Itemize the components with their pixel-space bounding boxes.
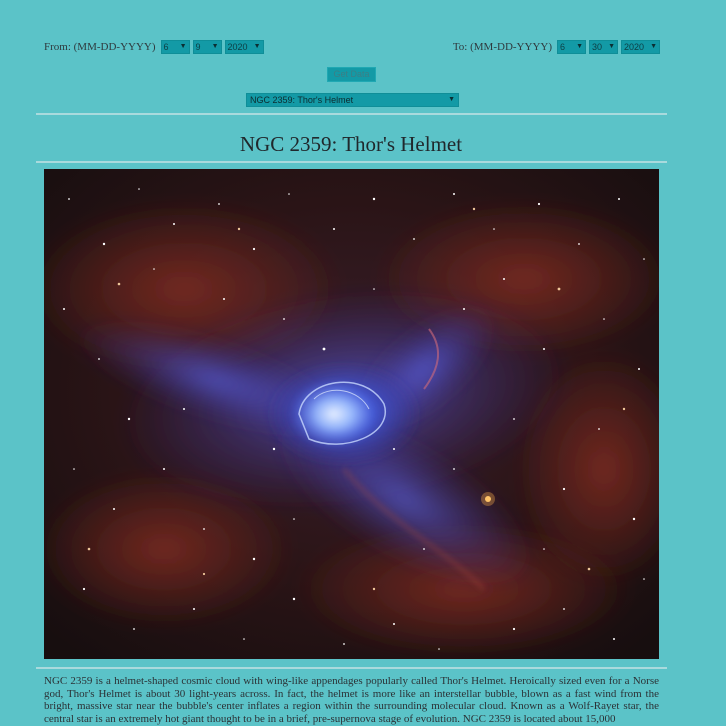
- to-date-group: To: (MM-DD-YYYY) 6 ▼ 30 ▼ 2020 ▼: [453, 40, 660, 54]
- divider: [36, 667, 667, 669]
- chevron-down-icon: ▼: [608, 43, 615, 50]
- from-date-label: From: (MM-DD-YYYY): [44, 41, 156, 53]
- chevron-down-icon: ▼: [448, 96, 455, 103]
- chevron-down-icon: ▼: [650, 43, 657, 50]
- to-month-select[interactable]: 6 ▼: [557, 40, 586, 54]
- get-data-button[interactable]: Get Data: [327, 67, 376, 82]
- from-year-value: 2020: [227, 42, 248, 52]
- from-month-select[interactable]: 6 ▼: [160, 40, 190, 54]
- chevron-down-icon: ▼: [179, 43, 187, 50]
- divider: [36, 113, 667, 115]
- from-day-select[interactable]: 9 ▼: [192, 40, 222, 54]
- to-day-value: 30: [592, 42, 603, 52]
- image-description: NGC 2359 is a helmet-shaped cosmic cloud…: [44, 675, 659, 725]
- chevron-down-icon: ▼: [211, 43, 219, 50]
- date-range-filter: From: (MM-DD-YYYY) 6 ▼ 9 ▼ 2020 ▼ To: (M…: [0, 40, 726, 56]
- from-year-select[interactable]: 2020 ▼: [224, 40, 264, 54]
- to-month-value: 6: [560, 42, 566, 52]
- from-date-group: From: (MM-DD-YYYY) 6 ▼ 9 ▼ 2020 ▼: [44, 40, 264, 54]
- page-title: NGC 2359: Thor's Helmet: [239, 132, 463, 156]
- chevron-down-icon: ▼: [253, 43, 261, 50]
- nebula-image: [44, 169, 659, 659]
- to-year-select[interactable]: 2020 ▼: [621, 40, 660, 54]
- from-month-value: 6: [163, 42, 169, 52]
- apod-page: From: (MM-DD-YYYY) 6 ▼ 9 ▼ 2020 ▼ To: (M…: [0, 0, 726, 726]
- to-day-select[interactable]: 30 ▼: [589, 40, 618, 54]
- apod-entry-selected-value: NGC 2359: Thor's Helmet: [250, 95, 354, 105]
- apod-entry-select[interactable]: NGC 2359: Thor's Helmet ▼: [246, 93, 459, 107]
- to-date-label: To: (MM-DD-YYYY): [452, 41, 552, 53]
- to-year-value: 2020: [624, 42, 645, 52]
- from-day-value: 9: [195, 42, 201, 52]
- divider: [36, 161, 667, 163]
- chevron-down-icon: ▼: [576, 43, 583, 50]
